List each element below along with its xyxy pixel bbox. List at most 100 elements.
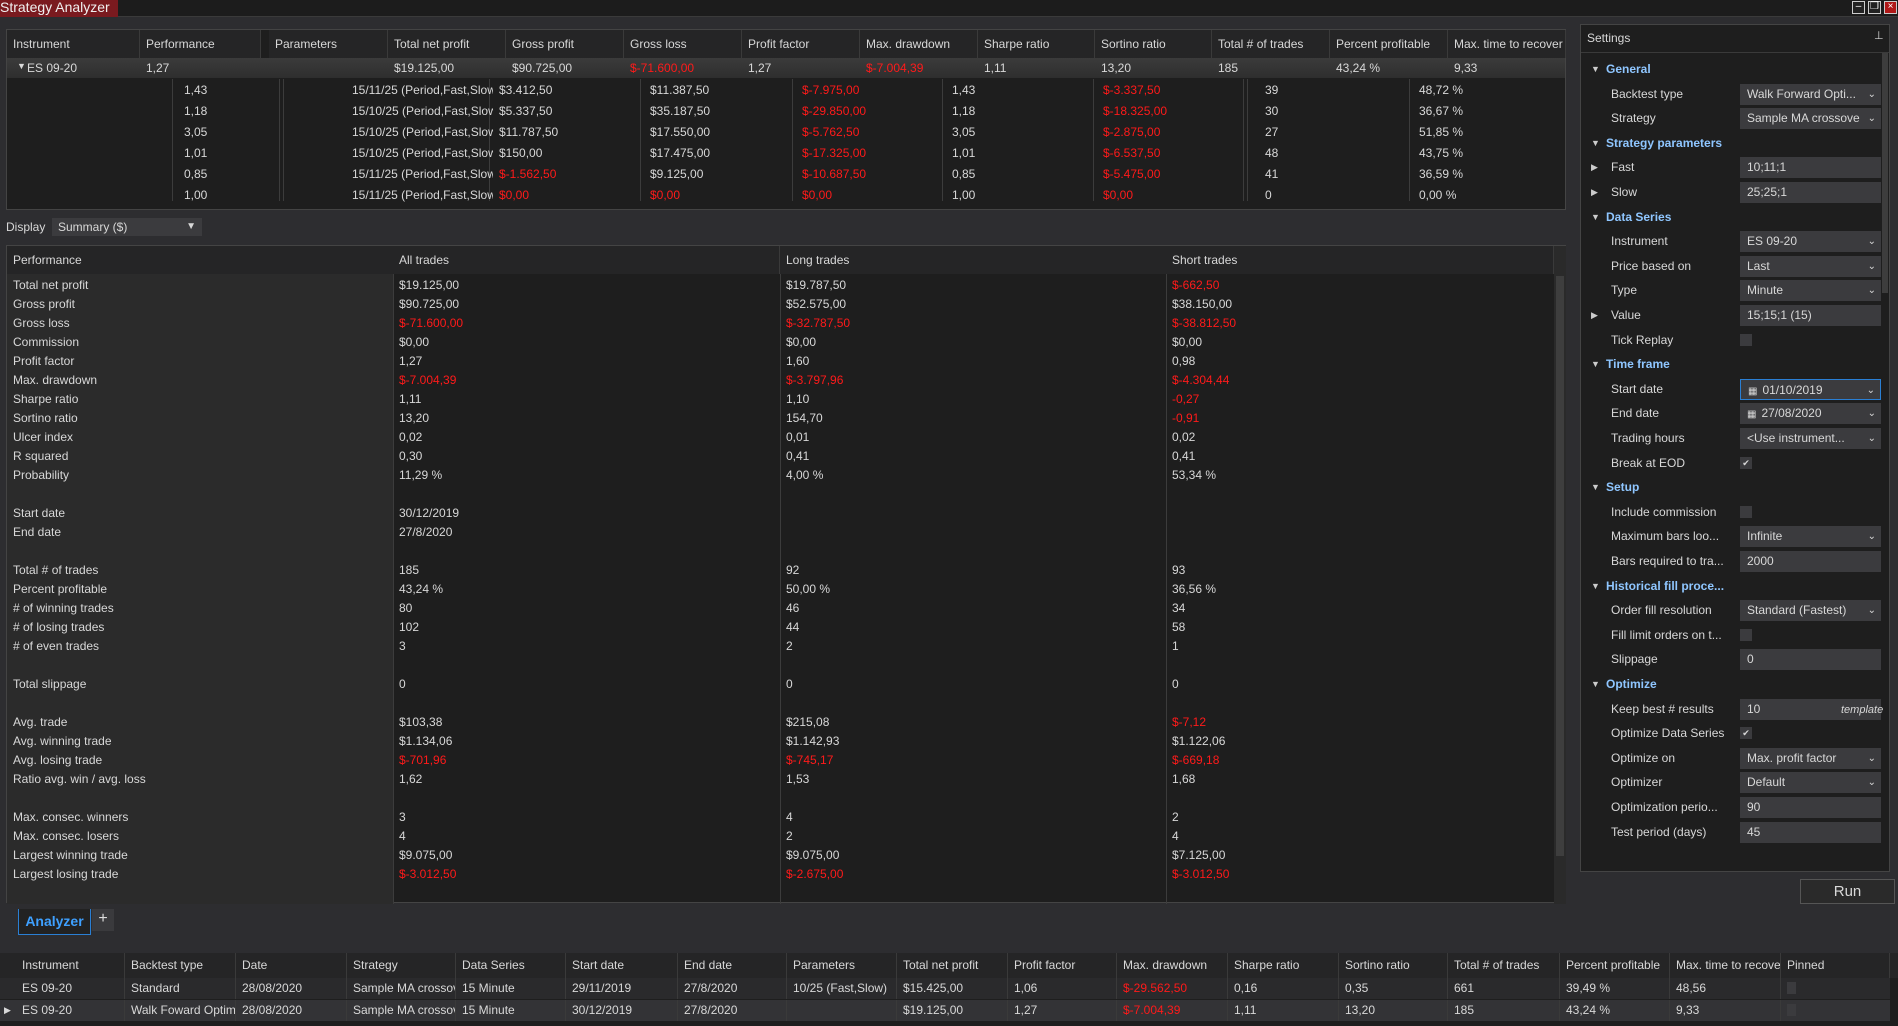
- column-header[interactable]: Sortino ratio: [1339, 953, 1448, 978]
- column-header[interactable]: Profit factor: [1008, 953, 1117, 978]
- settings-row-break-at-eod[interactable]: Break at EOD ✔: [1581, 451, 1881, 475]
- collapse-icon[interactable]: ▼: [1591, 475, 1600, 499]
- column-header[interactable]: Gross loss: [624, 30, 742, 58]
- collapse-icon[interactable]: ▼: [1591, 57, 1600, 81]
- select-field[interactable]: Default ⌄: [1740, 772, 1881, 794]
- checkbox[interactable]: [1740, 628, 1752, 641]
- column-header[interactable]: Max. time to recover: [1670, 953, 1781, 978]
- settings-row-fast[interactable]: ▶ Fast 10;11;1: [1581, 155, 1881, 179]
- column-header[interactable]: Start date: [566, 953, 678, 978]
- expand-icon[interactable]: ▶: [1591, 155, 1598, 179]
- column-header[interactable]: All trades: [393, 246, 780, 274]
- pinned-checkbox[interactable]: [1787, 982, 1796, 994]
- column-header[interactable]: End date: [678, 953, 787, 978]
- chevron-down-icon[interactable]: ⌄: [1868, 403, 1876, 424]
- column-header[interactable]: Max. drawdown: [1117, 953, 1228, 978]
- expand-icon[interactable]: ▶: [0, 1000, 11, 1021]
- tab-analyzer[interactable]: Analyzer: [18, 909, 91, 935]
- add-tab-button[interactable]: +: [92, 909, 114, 931]
- select-field[interactable]: Sample MA crossove ⌄: [1740, 108, 1881, 130]
- minimize-icon[interactable]: –: [1852, 1, 1865, 14]
- collapse-icon[interactable]: ▼: [1591, 131, 1600, 155]
- select-field[interactable]: Standard (Fastest) ⌄: [1740, 600, 1881, 622]
- settings-row-start-date[interactable]: Start date ▦ 01/10/2019 ⌄: [1581, 377, 1881, 401]
- settings-row-price-based-on[interactable]: Price based on Last ⌄: [1581, 254, 1881, 278]
- column-header[interactable]: Parameters: [787, 953, 897, 978]
- settings-row-include-commission[interactable]: Include commission: [1581, 500, 1881, 524]
- select-field[interactable]: ES 09-20 ⌄: [1740, 231, 1881, 253]
- column-header[interactable]: Pinned: [1781, 953, 1890, 978]
- input-field[interactable]: 15;15;1 (15): [1740, 305, 1881, 326]
- collapse-icon[interactable]: ▼: [1591, 205, 1600, 229]
- select-field[interactable]: Infinite ⌄: [1740, 526, 1881, 548]
- calendar-icon[interactable]: ▦: [1748, 381, 1757, 399]
- column-header[interactable]: Total net profit: [897, 953, 1008, 978]
- checkbox[interactable]: [1740, 333, 1752, 346]
- chevron-down-icon[interactable]: ⌄: [1868, 748, 1876, 769]
- input-field[interactable]: 45: [1740, 821, 1881, 843]
- checkbox[interactable]: ✔: [1740, 727, 1752, 740]
- settings-row-trading-hours[interactable]: Trading hours <Use instrument... ⌄: [1581, 426, 1881, 450]
- section-header[interactable]: Historical fill proce...: [1581, 574, 1881, 598]
- checkbox[interactable]: ✔: [1740, 456, 1752, 469]
- select-field[interactable]: Last ⌄: [1740, 255, 1881, 277]
- input-field[interactable]: 2000: [1740, 551, 1881, 572]
- settings-row-test-period-days-[interactable]: Test period (days) 45: [1581, 820, 1881, 844]
- settings-row-optimizer[interactable]: Optimizer Default ⌄: [1581, 770, 1881, 794]
- pin-icon[interactable]: ⊥: [1874, 29, 1884, 42]
- restore-icon[interactable]: ❐: [1868, 1, 1881, 14]
- column-header[interactable]: Data Series: [456, 953, 566, 978]
- settings-row-backtest-type[interactable]: Backtest type Walk Forward Opti... ⌄: [1581, 82, 1881, 106]
- chevron-down-icon[interactable]: ⌄: [1868, 84, 1876, 105]
- table-row[interactable]: ▶ES 09-20Walk Foward Optimization28/08/2…: [0, 1000, 1890, 1021]
- column-header[interactable]: Gross profit: [506, 30, 624, 58]
- pinned-checkbox[interactable]: [1787, 1004, 1796, 1016]
- settings-row-fill-limit-orders-on-t-[interactable]: Fill limit orders on t...: [1581, 623, 1881, 647]
- column-header[interactable]: Parameters: [269, 30, 388, 58]
- section-header[interactable]: Data Series: [1581, 205, 1881, 229]
- run-button[interactable]: Run: [1800, 879, 1895, 904]
- column-header[interactable]: Percent profitable: [1560, 953, 1670, 978]
- table-row[interactable]: ES 09-20 Standard 28/08/2020 Sample MA cros…: [0, 978, 1890, 999]
- column-header[interactable]: Total # of trades: [1212, 30, 1330, 58]
- input-field[interactable]: 90: [1740, 797, 1881, 818]
- column-header[interactable]: Sharpe ratio: [1228, 953, 1339, 978]
- expand-icon[interactable]: ▶: [1591, 180, 1598, 204]
- expand-icon[interactable]: ▶: [1591, 303, 1598, 327]
- section-header[interactable]: Time frame: [1581, 352, 1881, 376]
- column-header[interactable]: Total # of trades: [1448, 953, 1560, 978]
- column-header[interactable]: Performance: [7, 246, 394, 274]
- date-field[interactable]: ▦ 01/10/2019 ⌄: [1740, 378, 1881, 400]
- calendar-icon[interactable]: ▦: [1747, 404, 1756, 424]
- close-icon[interactable]: ×: [1884, 1, 1897, 14]
- column-header[interactable]: Instrument: [0, 953, 125, 978]
- input-field[interactable]: 0: [1740, 649, 1881, 671]
- column-header[interactable]: Strategy: [347, 953, 456, 978]
- column-header[interactable]: Backtest type: [125, 953, 236, 978]
- settings-row-order-fill-resolution[interactable]: Order fill resolution Standard (Fastest) ⌄: [1581, 598, 1881, 622]
- column-header[interactable]: Sortino ratio: [1095, 30, 1212, 58]
- column-header[interactable]: Max. drawdown: [860, 30, 978, 58]
- collapse-icon[interactable]: ▼: [1591, 672, 1600, 696]
- section-header[interactable]: Strategy parameters: [1581, 131, 1881, 155]
- chevron-down-icon[interactable]: ⌄: [1868, 108, 1876, 129]
- settings-row-bars-required-to-tra-[interactable]: Bars required to tra... 2000: [1581, 549, 1881, 573]
- select-field[interactable]: Max. profit factor ⌄: [1740, 747, 1881, 769]
- select-field[interactable]: Walk Forward Opti... ⌄: [1740, 83, 1881, 105]
- settings-row-optimize-on[interactable]: Optimize on Max. profit factor ⌄: [1581, 746, 1881, 770]
- column-header[interactable]: Long trades: [780, 246, 1167, 274]
- column-header[interactable]: Sharpe ratio: [978, 30, 1095, 58]
- chevron-down-icon[interactable]: ⌄: [1868, 231, 1876, 252]
- template-link[interactable]: template: [1841, 704, 1883, 716]
- settings-row-slippage[interactable]: Slippage 0: [1581, 647, 1881, 671]
- date-field[interactable]: ▦ 27/08/2020 ⌄: [1740, 403, 1881, 425]
- chevron-down-icon[interactable]: ⌄: [1868, 600, 1876, 621]
- settings-row-strategy[interactable]: Strategy Sample MA crossove ⌄: [1581, 106, 1881, 130]
- section-header[interactable]: Setup: [1581, 475, 1881, 499]
- settings-row-optimize-data-series[interactable]: Optimize Data Series ✔: [1581, 721, 1881, 745]
- settings-row-keep-best-results[interactable]: Keep best # results 10: [1581, 697, 1881, 721]
- settings-row-optimization-perio-[interactable]: Optimization perio... 90: [1581, 795, 1881, 819]
- settings-row-maximum-bars-loo-[interactable]: Maximum bars loo... Infinite ⌄: [1581, 524, 1881, 548]
- column-header[interactable]: Date: [236, 953, 347, 978]
- settings-row-type[interactable]: Type Minute ⌄: [1581, 278, 1881, 302]
